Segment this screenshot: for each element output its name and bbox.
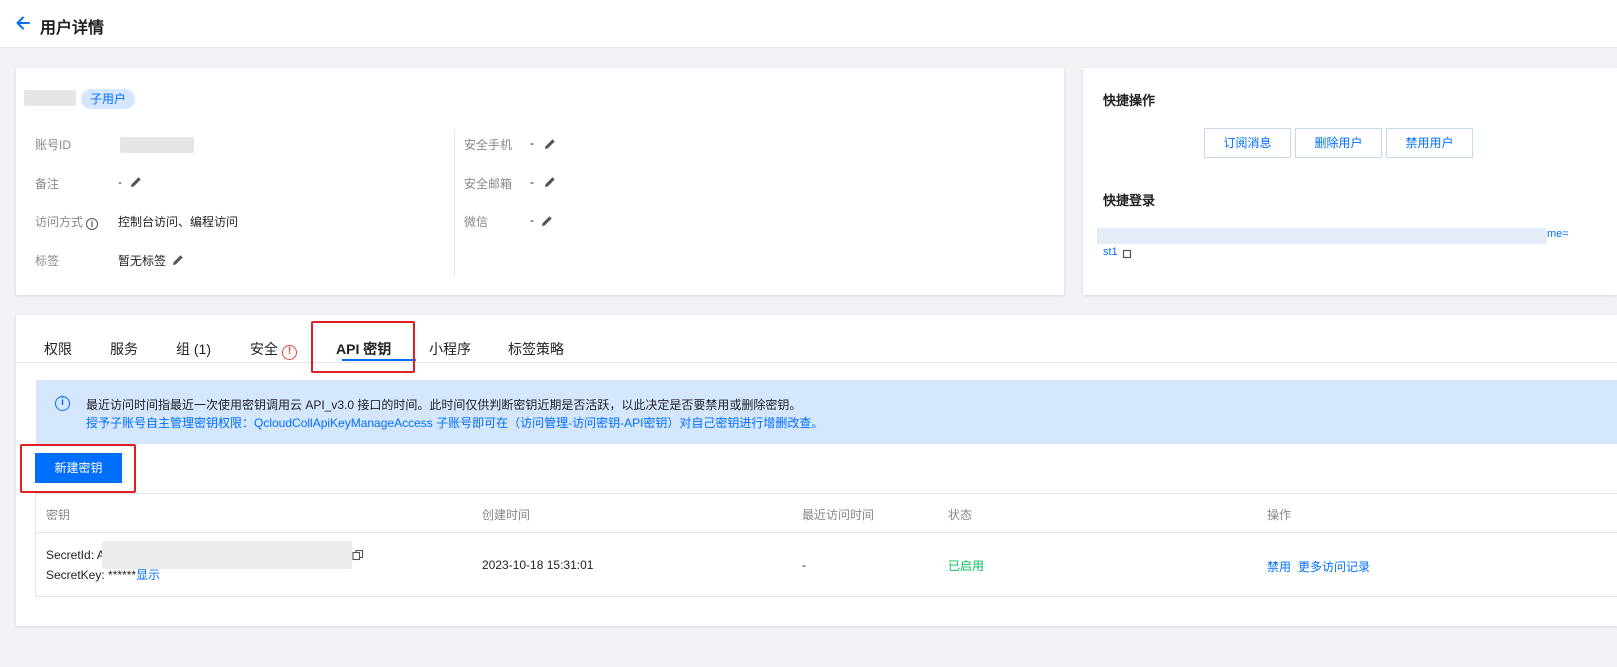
sub-user-badge: 子用户 — [81, 89, 136, 109]
tab-tag-policy[interactable]: 标签策略 — [508, 339, 564, 359]
th-last-access: 最近访问时间 — [802, 508, 875, 522]
warning-icon: ! — [282, 345, 297, 360]
info-icon[interactable]: i — [86, 218, 99, 230]
back-arrow-icon[interactable] — [14, 14, 32, 32]
notice-line-1: 最近访问时间指最近一次使用密钥调用云 API_v3.0 接口的时间。此时间仅供判… — [86, 398, 802, 412]
th-actions: 操作 — [1267, 508, 1292, 522]
login-link-tail[interactable]: me= — [1547, 228, 1569, 240]
edit-email-icon[interactable] — [544, 176, 556, 188]
more-access-records-link[interactable]: 更多访问记录 — [1298, 558, 1370, 575]
info-notice: i 最近访问时间指最近一次使用密钥调用云 API_v3.0 接口的时间。此时间仅… — [36, 380, 1617, 444]
copy-link-icon[interactable] — [1121, 248, 1133, 260]
access-method-value: 控制台访问、编程访问 — [118, 215, 239, 229]
login-link-redacted — [1097, 228, 1547, 244]
tab-permission[interactable]: 权限 — [44, 339, 72, 359]
security-phone-label: 安全手机 — [464, 138, 513, 152]
th-created: 创建时间 — [482, 508, 531, 522]
quick-ops-title: 快捷操作 — [1103, 93, 1156, 108]
table-header: 密钥 创建时间 最近访问时间 状态 操作 — [36, 494, 1617, 533]
account-id-redacted — [120, 137, 194, 153]
tab-bar: 权限 服务 组 (1) 安全! API 密钥 小程序 标签策略 — [16, 315, 1617, 363]
disable-key-link[interactable]: 禁用 — [1267, 558, 1291, 575]
last-access-time: - — [802, 558, 806, 572]
account-id-label: 账号ID — [35, 138, 72, 152]
copy-secret-id-icon[interactable] — [352, 549, 364, 561]
info-divider — [454, 130, 455, 276]
new-key-button[interactable]: 新建密钥 — [35, 453, 122, 483]
tag-label: 标签 — [35, 254, 60, 268]
page-title: 用户详情 — [40, 20, 105, 37]
th-status: 状态 — [948, 508, 973, 522]
active-tab-indicator — [342, 359, 416, 361]
security-phone-value: - — [530, 136, 534, 150]
created-time: 2023-10-18 15:31:01 — [482, 558, 594, 572]
edit-tag-icon[interactable] — [172, 254, 184, 266]
show-secret-link[interactable]: 显示 — [136, 568, 160, 582]
tab-security[interactable]: 安全! — [250, 339, 297, 360]
status-badge: 已启用 — [948, 559, 985, 573]
notice-info-icon: i — [55, 396, 70, 411]
th-key: 密钥 — [46, 508, 71, 522]
top-bar: 用户详情 — [0, 0, 1617, 48]
quick-login-title: 快捷登录 — [1103, 193, 1156, 208]
notice-line-2[interactable]: 授予子账号自主管理密钥权限：QcloudCollApiKeyManageAcce… — [86, 414, 823, 431]
wechat-value: - — [530, 213, 534, 227]
remark-value: - — [118, 175, 122, 189]
tab-group[interactable]: 组 (1) — [176, 339, 211, 359]
quick-ops-card — [1083, 68, 1617, 295]
edit-remark-icon[interactable] — [130, 176, 142, 188]
api-key-table: 密钥 创建时间 最近访问时间 状态 操作 SecretId: A SecretK… — [35, 493, 1617, 597]
edit-phone-icon[interactable] — [544, 138, 556, 150]
tab-mini-program[interactable]: 小程序 — [429, 339, 471, 359]
tab-service[interactable]: 服务 — [110, 339, 138, 359]
tag-value: 暂无标签 — [118, 254, 167, 268]
edit-wechat-icon[interactable] — [541, 215, 553, 227]
secret-key-label: SecretKey: ******显示 — [46, 568, 161, 582]
secret-id-label: SecretId: A — [46, 548, 105, 562]
secret-id-redacted — [102, 541, 352, 569]
security-email-value: - — [530, 175, 534, 189]
username-redacted — [24, 90, 76, 106]
disable-user-button[interactable]: 禁用用户 — [1386, 128, 1473, 158]
security-email-label: 安全邮箱 — [464, 177, 513, 191]
access-method-label: 访问方式 i — [35, 213, 99, 230]
tab-api-key[interactable]: API 密钥 — [336, 339, 391, 359]
wechat-label: 微信 — [464, 215, 489, 229]
remark-label: 备注 — [35, 177, 60, 191]
login-link-line2[interactable]: st1 — [1103, 246, 1118, 258]
subscribe-button[interactable]: 订阅消息 — [1204, 128, 1291, 158]
delete-user-button[interactable]: 删除用户 — [1295, 128, 1382, 158]
